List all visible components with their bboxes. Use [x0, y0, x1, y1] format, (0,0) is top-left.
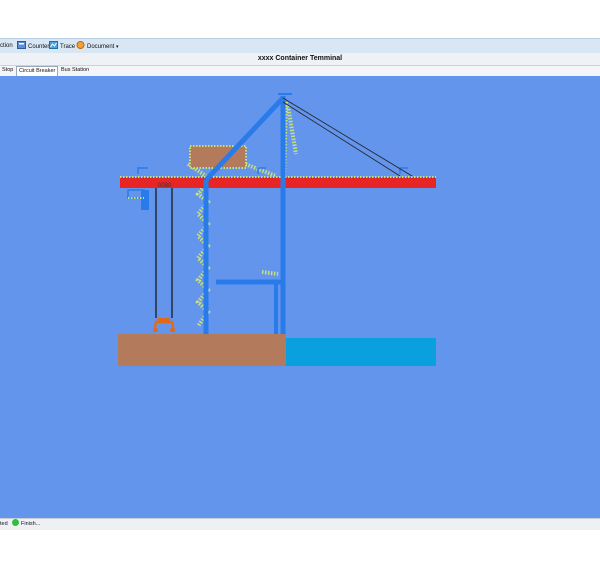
tab-bus-station[interactable]: Bus Station [59, 66, 91, 75]
status-finish: Finish... [12, 519, 40, 530]
toolbar: ction Counter Trace Document ▾ [0, 38, 600, 54]
dropdown-arrow-icon: ▾ [116, 44, 119, 50]
toolbar-item-document[interactable]: Document ▾ [76, 41, 119, 51]
trace-icon [49, 41, 58, 49]
tab-circuit-breaker[interactable]: Circuit Breaker [16, 66, 59, 76]
boom-label: 0080 [158, 183, 172, 189]
counter-icon [17, 41, 26, 49]
trolley [127, 189, 149, 210]
terminal-canvas[interactable]: 0080 [0, 76, 600, 518]
toolbar-item-counter[interactable]: Counter [17, 41, 49, 51]
status-bar: ted Finish... [0, 518, 600, 530]
status-ok-icon [12, 519, 19, 526]
water [286, 338, 436, 366]
crane-frame [203, 93, 292, 334]
window-title: xxxx Container Temminal [0, 53, 600, 66]
toolbar-item-trace[interactable]: Trace [49, 41, 75, 51]
quay-ground [118, 334, 286, 366]
status-text: ted [0, 521, 8, 527]
toolbar-item-action[interactable]: ction [0, 41, 13, 51]
document-icon [76, 41, 85, 49]
tab-stop[interactable]: Stop [0, 66, 15, 75]
tab-bar: Stop Circuit Breaker Bus Station [0, 66, 600, 76]
spreader [152, 318, 176, 333]
crane-scene: 0080 [118, 93, 436, 366]
